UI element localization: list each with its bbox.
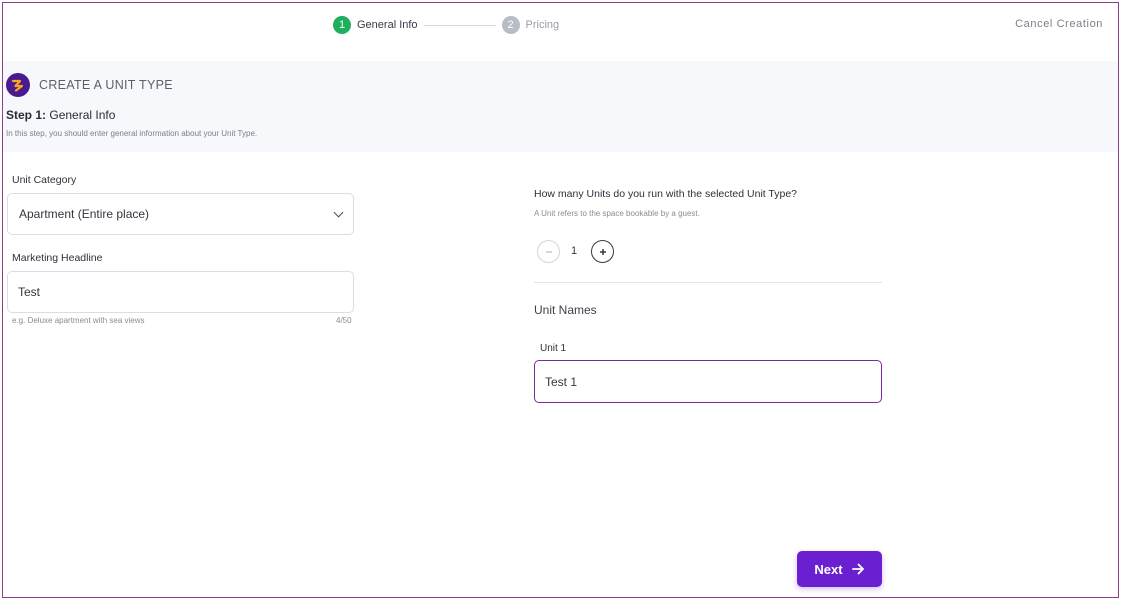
increment-button[interactable] <box>591 240 614 263</box>
next-button[interactable]: Next <box>797 551 882 587</box>
unit-count-question: How many Units do you run with the selec… <box>534 188 798 200</box>
step-connector <box>423 24 496 26</box>
step-prefix: Step 1: <box>6 108 47 122</box>
step-2-label: Pricing <box>525 19 560 31</box>
page-header <box>3 61 1118 152</box>
step-1-label: General Info <box>357 19 418 31</box>
minus-icon <box>545 250 552 253</box>
unit-category-label: Unit Category <box>12 174 77 186</box>
step-1-indicator: 1 <box>333 16 351 34</box>
brand-logo-icon <box>6 73 30 97</box>
cancel-creation-link[interactable]: Cancel Creation <box>1015 18 1103 30</box>
step-2-indicator: 2 <box>501 16 520 34</box>
decrement-button[interactable] <box>537 240 560 263</box>
progress-stepper: 1 General Info 2 Pricing <box>333 15 559 35</box>
unit-names-title: Unit Names <box>534 303 597 317</box>
step-description: In this step, you should enter general i… <box>6 129 258 138</box>
marketing-headline-label: Marketing Headline <box>12 252 103 264</box>
unit-category-value: Apartment (Entire place) <box>19 207 150 221</box>
step-heading: Step 1: General Info <box>6 108 115 122</box>
plus-icon <box>599 248 606 255</box>
section-divider <box>534 282 882 283</box>
unit-count-value: 1 <box>571 245 578 257</box>
marketing-headline-input[interactable] <box>7 271 354 313</box>
next-button-label: Next <box>814 561 843 577</box>
arrow-right-icon <box>851 563 864 575</box>
marketing-headline-hint: e.g. Deluxe apartment with sea views <box>12 316 145 325</box>
chevron-down-icon <box>333 207 344 218</box>
unit-1-label: Unit 1 <box>540 343 567 354</box>
step-title: General Info <box>49 108 116 122</box>
unit-category-select[interactable]: Apartment (Entire place) <box>7 193 354 235</box>
unit-1-name-input[interactable] <box>534 360 882 403</box>
character-counter: 4/50 <box>336 316 352 325</box>
page-title: CREATE A UNIT TYPE <box>39 78 173 92</box>
unit-count-hint: A Unit refers to the space bookable by a… <box>534 209 700 218</box>
